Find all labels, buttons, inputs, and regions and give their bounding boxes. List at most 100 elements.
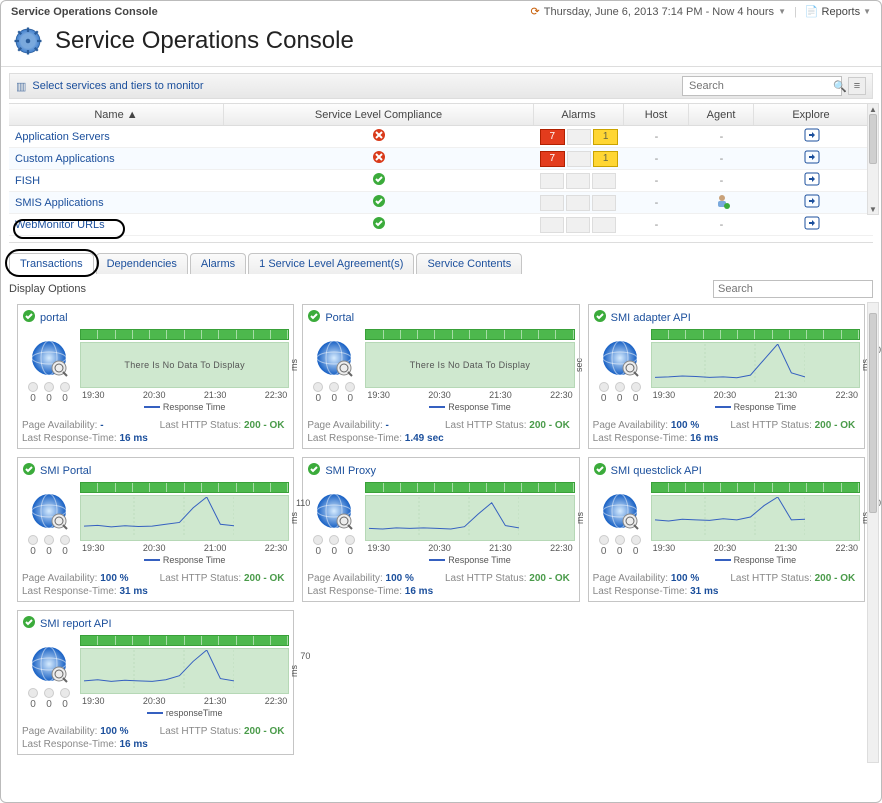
cell-agent: -: [689, 175, 754, 187]
time-range-picker[interactable]: ⟳ Thursday, June 6, 2013 7:14 PM - Now 4…: [531, 5, 786, 18]
indicator-dot-icon: [44, 688, 54, 698]
col-name[interactable]: Name ▲: [9, 104, 224, 125]
chart[interactable]: ms70: [651, 495, 860, 541]
cell-alarms[interactable]: 71: [534, 129, 624, 145]
scroll-down-icon[interactable]: ▼: [869, 204, 877, 214]
scroll-up-icon[interactable]: ▲: [869, 104, 877, 114]
transaction-card[interactable]: SMI questclick API000ms7019:3020:3021:30…: [588, 457, 865, 602]
chart[interactable]: ms110: [80, 495, 289, 541]
titlebar: Service Operations Console ⟳ Thursday, J…: [1, 1, 881, 22]
filter-icon[interactable]: ▥: [16, 80, 26, 93]
cards-scrollbar[interactable]: [867, 302, 879, 763]
error-icon: [372, 128, 386, 145]
search-icon[interactable]: 🔍: [833, 80, 847, 93]
ok-icon: [307, 309, 321, 326]
grid-row[interactable]: WebMonitor URLs--: [9, 214, 873, 236]
y-axis-label: ms: [575, 512, 585, 524]
col-explore[interactable]: Explore: [754, 104, 869, 125]
cell-name[interactable]: WebMonitor URLs: [9, 219, 224, 231]
col-host[interactable]: Host: [624, 104, 689, 125]
cell-name[interactable]: FISH: [9, 175, 224, 187]
toolbar: ▥ Select services and tiers to monitor 🔍…: [9, 73, 873, 99]
chart[interactable]: There Is No Data To Displayms: [80, 342, 289, 388]
cell-name[interactable]: SMIS Applications: [9, 197, 224, 209]
tab-transactions[interactable]: Transactions: [9, 253, 94, 274]
page-availability-label: Page Availability:: [22, 573, 97, 584]
chart[interactable]: ms: [365, 495, 574, 541]
cell-explore[interactable]: [754, 150, 869, 167]
page-availability-label: Page Availability:: [307, 420, 382, 431]
cell-name[interactable]: Application Servers: [9, 131, 224, 143]
scroll-thumb[interactable]: [869, 114, 877, 164]
transaction-card[interactable]: SMI Proxy000ms19:3020:3021:3022:30Respon…: [302, 457, 579, 602]
tab-service-contents[interactable]: Service Contents: [416, 253, 522, 274]
col-alarms[interactable]: Alarms: [534, 104, 624, 125]
grid-row[interactable]: Custom Applications71--: [9, 148, 873, 170]
card-title: SMI Portal: [40, 465, 91, 477]
config-icon[interactable]: ≡: [848, 77, 866, 95]
explore-icon[interactable]: [804, 150, 820, 167]
chart[interactable]: ms70: [80, 648, 289, 694]
cards-search-input[interactable]: [713, 280, 873, 298]
cell-explore[interactable]: [754, 194, 869, 211]
last-rt-value: 16 ms: [119, 739, 147, 750]
ok-icon: [307, 462, 321, 479]
display-options-link[interactable]: Display Options: [9, 283, 86, 295]
cell-host: -: [624, 153, 689, 165]
transaction-card[interactable]: SMI report API000ms7019:3020:3021:3022:3…: [17, 610, 294, 755]
chart[interactable]: ms90: [651, 342, 860, 388]
last-rt-value: 31 ms: [690, 586, 718, 597]
transaction-card[interactable]: Portal000There Is No Data To Displaysec1…: [302, 304, 579, 449]
cell-explore[interactable]: [754, 128, 869, 145]
last-rt-label: Last Response-Time:: [307, 586, 402, 597]
toolbar-search-input[interactable]: [687, 79, 833, 93]
last-http-value: 200 - OK: [244, 573, 285, 584]
scroll-thumb[interactable]: [869, 313, 877, 513]
page-availability-value: 100 %: [386, 573, 414, 584]
select-hint[interactable]: Select services and tiers to monitor: [32, 80, 203, 92]
explore-icon[interactable]: [804, 216, 820, 233]
x-axis: 19:3020:3021:3022:30: [651, 543, 860, 553]
chart-legend: responseTime: [80, 708, 289, 718]
alarm-yellow-badge[interactable]: 1: [593, 129, 618, 145]
ok-icon: [22, 462, 36, 479]
alarm-red-badge[interactable]: 7: [540, 129, 565, 145]
page-availability-value: 100 %: [100, 573, 128, 584]
explore-icon[interactable]: [804, 194, 820, 211]
card-title: SMI adapter API: [611, 312, 691, 324]
page-header: Service Operations Console: [1, 22, 881, 67]
grid-row[interactable]: FISH--: [9, 170, 873, 192]
indicator-dot-icon: [313, 535, 323, 545]
explore-icon[interactable]: [804, 172, 820, 189]
transaction-card[interactable]: portal000There Is No Data To Displayms19…: [17, 304, 294, 449]
transaction-card[interactable]: SMI Portal000ms11019:3020:3021:0022:30Re…: [17, 457, 294, 602]
agent-icon[interactable]: [714, 193, 730, 212]
col-compliance[interactable]: Service Level Compliance: [224, 104, 534, 125]
cell-explore[interactable]: [754, 172, 869, 189]
tab-sla[interactable]: 1 Service Level Agreement(s): [248, 253, 414, 274]
grid-row[interactable]: Application Servers71--: [9, 126, 873, 148]
alarm-yellow-badge[interactable]: 1: [593, 151, 618, 167]
transaction-card[interactable]: SMI adapter API000ms9019:3020:3021:3022:…: [588, 304, 865, 449]
col-agent[interactable]: Agent: [689, 104, 754, 125]
card-title: SMI Proxy: [325, 465, 376, 477]
grid-scrollbar[interactable]: ▲ ▼: [867, 103, 879, 215]
reports-menu[interactable]: 📄 Reports ▼: [805, 5, 871, 18]
cell-alarms[interactable]: [534, 173, 624, 189]
card-indicators: 000: [28, 535, 70, 557]
grid-row[interactable]: SMIS Applications-: [9, 192, 873, 214]
cell-alarms[interactable]: 71: [534, 151, 624, 167]
cell-alarms[interactable]: [534, 217, 624, 233]
y-axis-label: ms: [289, 512, 299, 524]
cell-alarms[interactable]: [534, 195, 624, 211]
last-http-label: Last HTTP Status:: [160, 573, 242, 584]
tab-alarms[interactable]: Alarms: [190, 253, 246, 274]
chart[interactable]: There Is No Data To Displaysec: [365, 342, 574, 388]
cell-name[interactable]: Custom Applications: [9, 153, 224, 165]
x-axis: 19:3020:3021:3022:30: [651, 390, 860, 400]
tab-dependencies[interactable]: Dependencies: [96, 253, 188, 274]
alarm-red-badge[interactable]: 7: [540, 151, 565, 167]
explore-icon[interactable]: [804, 128, 820, 145]
cell-explore[interactable]: [754, 216, 869, 233]
last-rt-value: 16 ms: [119, 433, 147, 444]
